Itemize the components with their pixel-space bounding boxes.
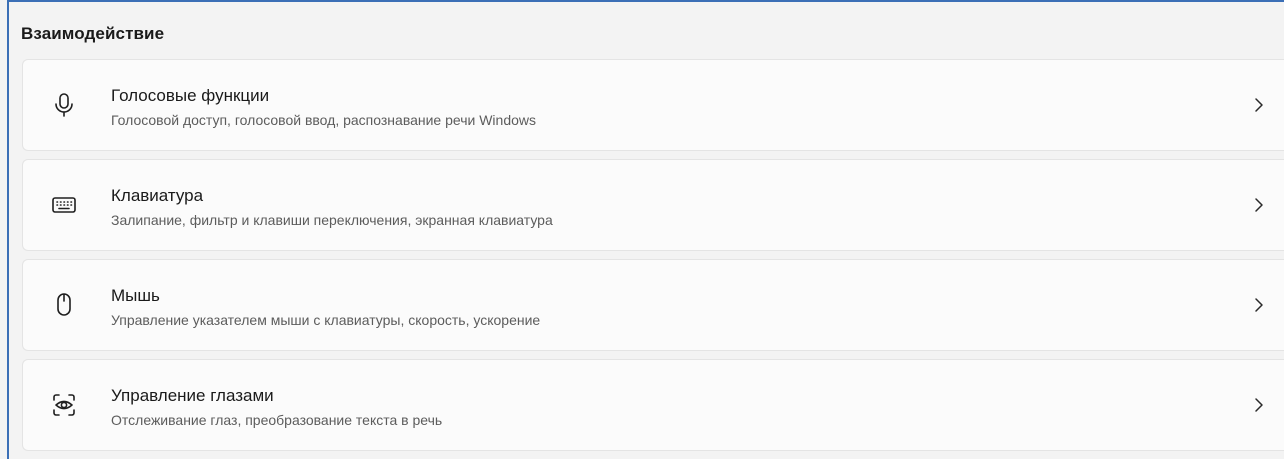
chevron-right-icon (1252, 94, 1266, 116)
settings-item-eye-control[interactable]: Управление глазами Отслеживание глаз, пр… (22, 359, 1284, 451)
chevron-right-icon (1252, 394, 1266, 416)
settings-item-label: Мышь (111, 286, 160, 305)
chevron-right-icon (1252, 194, 1266, 216)
settings-item-label: Клавиатура (111, 186, 204, 205)
microphone-icon (49, 90, 79, 120)
settings-item-description: Голосовой доступ, голосовой ввод, распоз… (111, 112, 537, 128)
section-title: Взаимодействие (21, 24, 165, 43)
settings-item-label: Голосовые функции (111, 86, 270, 105)
settings-item-description: Управление указателем мыши с клавиатуры,… (111, 312, 541, 328)
chevron-right-icon (1252, 294, 1266, 316)
settings-item-keyboard[interactable]: Клавиатура Залипание, фильтр и клавиши п… (22, 159, 1284, 251)
settings-item-mouse[interactable]: Мышь Управление указателем мыши с клавиа… (22, 259, 1284, 351)
settings-item-description: Залипание, фильтр и клавиши переключения… (111, 212, 553, 228)
settings-panel: Взаимодействие Голосовые функции Голосов… (7, 0, 1284, 459)
keyboard-icon (49, 190, 79, 220)
mouse-icon (49, 290, 79, 320)
eye-control-icon (49, 390, 79, 420)
settings-item-label: Управление глазами (111, 386, 274, 405)
settings-item-voice[interactable]: Голосовые функции Голосовой доступ, голо… (22, 59, 1284, 151)
settings-item-description: Отслеживание глаз, преобразование текста… (111, 412, 443, 428)
